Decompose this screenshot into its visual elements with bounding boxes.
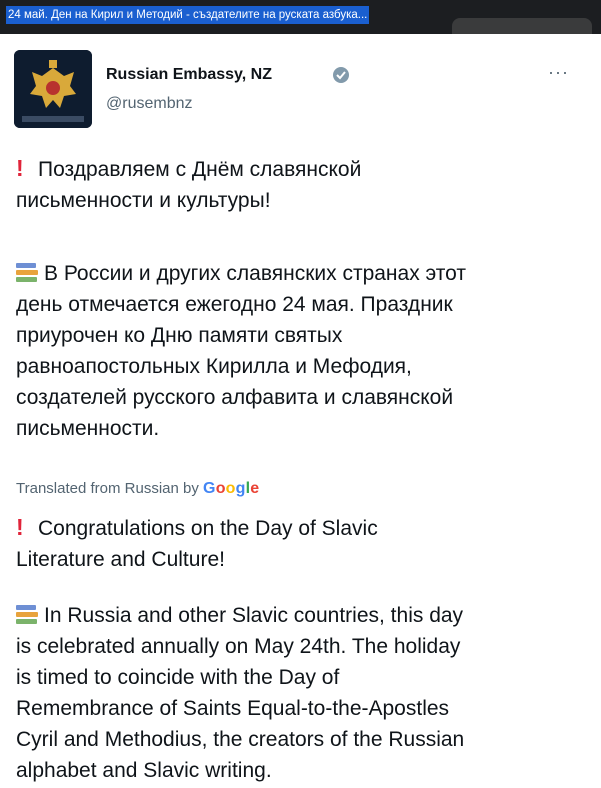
google-logo: Google: [203, 480, 260, 497]
window-title-bar: 24 май. Ден на Кирил и Методий - създате…: [0, 0, 601, 34]
author-handle[interactable]: @rusembnz: [106, 95, 193, 113]
original-line: день отмечается ежегодно 24 мая. Праздни…: [16, 293, 453, 316]
original-paragraph: В России и других славянских странах это…: [16, 258, 596, 444]
original-line: В России и других славянских странах это…: [44, 262, 467, 285]
books-icon: [16, 263, 38, 283]
original-line: равноапостольных Кирилла и Мефодия,: [16, 355, 412, 378]
translation-line-2: Literature and Culture!: [16, 548, 225, 571]
translation-line: is celebrated annually on May 24th. The …: [16, 635, 461, 658]
translated-paragraph: In Russia and other Slavic countries, th…: [16, 600, 596, 786]
avatar[interactable]: [14, 50, 92, 128]
exclamation-icon: !: [16, 514, 24, 540]
exclamation-icon: !: [16, 155, 24, 181]
translation-line: Remembrance of Saints Equal-to-the-Apost…: [16, 697, 450, 720]
title-bar-tab[interactable]: [452, 18, 592, 34]
window-title: 24 май. Ден на Кирил и Методий - създате…: [6, 6, 370, 24]
author-name[interactable]: Russian Embassy, NZ: [106, 66, 272, 84]
greeting-line-1: Поздравляем с Днём славянской: [38, 158, 362, 181]
original-line: письменности.: [16, 417, 160, 440]
translation-line: is timed to coincide with the Day of: [16, 666, 340, 689]
more-options-icon[interactable]: ···: [548, 62, 569, 83]
original-greeting: ! Поздравляем с Днём славянской письменно…: [16, 153, 596, 216]
translation-line: Cyril and Methodius, the creators of the…: [16, 728, 465, 751]
translated-greeting: ! Congratulations on the Day of Slavic Li…: [16, 512, 596, 575]
coat-of-arms-icon: [14, 50, 92, 128]
original-line: приурочен ко Дню памяти святых: [16, 324, 343, 347]
translation-line: In Russia and other Slavic countries, th…: [44, 604, 464, 627]
books-icon: [16, 605, 38, 625]
greeting-line-2: письменности и культуры!: [16, 189, 271, 212]
translated-by-label[interactable]: Translated from Russian by Google: [16, 480, 259, 498]
translated-by-text: Translated from Russian by: [16, 480, 199, 497]
translation-line-1: Congratulations on the Day of Slavic: [38, 517, 378, 540]
verified-badge-icon: [333, 67, 349, 83]
original-line: создателей русского алфавита и славянско…: [16, 386, 454, 409]
translation-line: alphabet and Slavic writing.: [16, 759, 272, 782]
